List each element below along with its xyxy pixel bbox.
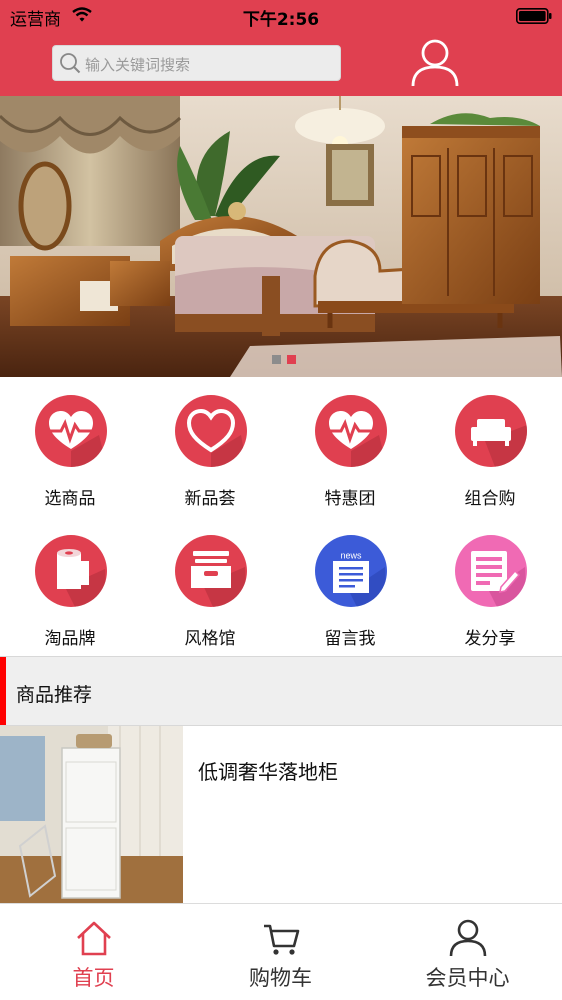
category-new-arrivals[interactable]: 新品荟: [140, 377, 280, 517]
tab-label: 会员中心: [425, 966, 510, 990]
category-brands[interactable]: 淘品牌: [0, 517, 140, 657]
pagination-dot[interactable]: [272, 355, 281, 364]
file-drawer-icon: [191, 551, 247, 607]
category-leave-message[interactable]: news 留言我: [280, 517, 420, 657]
pagination-dot-active[interactable]: [287, 355, 296, 364]
circle: [455, 395, 527, 467]
circle: [35, 395, 107, 467]
news-icon: news: [333, 549, 387, 607]
circle: news: [315, 535, 387, 607]
category-label: 组合购: [464, 489, 516, 509]
share-form-icon: [471, 551, 527, 607]
status-time: 下午2:56: [242, 10, 320, 30]
section-accent-bar: [0, 657, 6, 725]
category-bundle-buy[interactable]: 组合购: [420, 377, 560, 517]
product-name: 低调奢华落地柜: [198, 760, 338, 784]
tab-cart[interactable]: 购物车: [187, 904, 374, 1000]
product-image-cabinet: [0, 726, 183, 904]
category-grid: 选商品 新品荟 特惠团 组合购 淘品牌 风格馆 news 留言我 发分享: [0, 377, 562, 657]
tab-label: 购物车: [249, 966, 312, 990]
user-icon: [449, 919, 487, 957]
category-label: 留言我: [324, 629, 376, 649]
category-share[interactable]: 发分享: [420, 517, 560, 657]
sofa-icon: [471, 419, 527, 467]
user-profile-button[interactable]: [408, 38, 462, 88]
circle: [175, 535, 247, 607]
header-bar: 运营商 下午2:56 输入关键词搜索: [0, 0, 562, 96]
search-placeholder: 输入关键词搜索: [85, 56, 191, 74]
circle: [315, 395, 387, 467]
circle: [455, 535, 527, 607]
cart-icon: [264, 924, 300, 955]
category-select-goods[interactable]: 选商品: [0, 377, 140, 517]
category-label: 风格馆: [184, 629, 236, 649]
category-label: 发分享: [464, 629, 516, 649]
category-special-deals[interactable]: 特惠团: [280, 377, 420, 517]
status-bar: 运营商 下午2:56: [0, 0, 562, 32]
recommended-section-header: 商品推荐: [0, 656, 562, 726]
tab-member-center[interactable]: 会员中心: [374, 904, 561, 1000]
search-icon: [60, 53, 81, 74]
tab-home[interactable]: 首页: [0, 904, 187, 1000]
heart-icon: [186, 408, 247, 467]
heartbeat-icon: [329, 411, 387, 467]
section-title: 商品推荐: [16, 684, 93, 706]
category-style-hall[interactable]: 风格馆: [140, 517, 280, 657]
tissue-roll-icon: [57, 549, 107, 607]
category-label: 选商品: [44, 489, 96, 509]
product-list-item[interactable]: 低调奢华落地柜: [0, 726, 562, 904]
news-icon-text: news: [340, 551, 362, 561]
tab-label: 首页: [72, 966, 115, 990]
heartbeat-icon: [49, 411, 107, 467]
category-label: 淘品牌: [44, 629, 96, 649]
battery-icon: [516, 8, 552, 24]
circle: [175, 395, 247, 467]
banner-image-bedroom[interactable]: [0, 96, 562, 377]
search-input[interactable]: 输入关键词搜索: [52, 45, 341, 81]
category-label: 特惠团: [324, 489, 376, 509]
bottom-tab-bar: 首页 购物车 会员中心: [0, 903, 562, 1000]
home-icon: [77, 921, 111, 956]
category-label: 新品荟: [184, 489, 236, 509]
circle: [35, 535, 107, 607]
